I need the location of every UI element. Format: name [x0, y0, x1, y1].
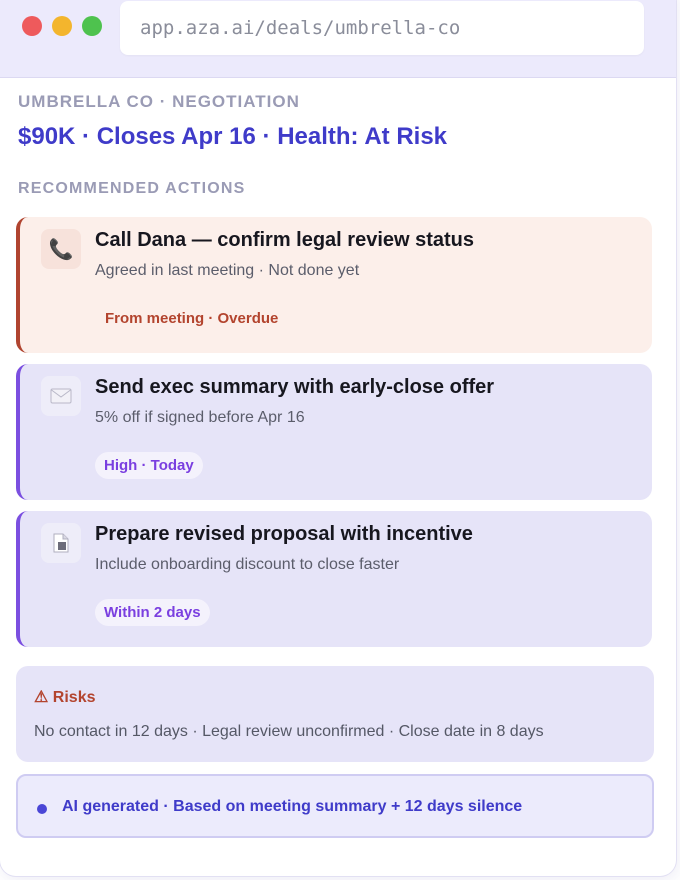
action-subtitle: Include onboarding discount to close fas… — [95, 556, 400, 573]
phone-icon: 📞 — [41, 229, 81, 269]
action-subtitle: Agreed in last meeting · Not done yet — [95, 262, 360, 279]
action-card-exec-summary[interactable]: Send exec summary with early-close offer… — [16, 364, 652, 500]
maximize-window-button[interactable] — [82, 16, 102, 36]
envelope-icon — [41, 376, 81, 416]
action-title: Send exec summary with early-close offer — [95, 376, 495, 398]
minimize-window-button[interactable] — [52, 16, 72, 36]
recommended-actions-label: RECOMMENDED ACTIONS — [18, 180, 246, 197]
ai-status-dot-icon — [37, 804, 47, 814]
risks-title: ⚠ Risks — [34, 689, 96, 706]
ai-note-text: AI generated · Based on meeting summary … — [62, 798, 523, 815]
action-tag: High · Today — [95, 452, 203, 479]
action-tag: Within 2 days — [95, 599, 210, 626]
close-window-button[interactable] — [22, 16, 42, 36]
ai-generated-note: AI generated · Based on meeting summary … — [16, 774, 654, 838]
browser-titlebar: app.aza.ai/deals/umbrella-co — [0, 0, 676, 78]
action-tag: From meeting · Overdue — [105, 310, 279, 327]
document-icon — [41, 523, 81, 563]
action-card-revised-proposal[interactable]: Prepare revised proposal with incentive … — [16, 511, 652, 647]
deal-headline: $90K · Closes Apr 16 · Health: At Risk — [18, 123, 448, 150]
action-title: Prepare revised proposal with incentive — [95, 523, 473, 545]
action-subtitle: 5% off if signed before Apr 16 — [95, 409, 305, 426]
browser-window: app.aza.ai/deals/umbrella-co UMBRELLA CO… — [0, 0, 676, 876]
action-title: Call Dana — confirm legal review status — [95, 229, 475, 251]
risks-panel: ⚠ Risks No contact in 12 days · Legal re… — [16, 666, 654, 762]
url-bar[interactable]: app.aza.ai/deals/umbrella-co — [120, 1, 644, 55]
deal-eyebrow: UMBRELLA CO · NEGOTIATION — [18, 92, 300, 111]
risks-body: No contact in 12 days · Legal review unc… — [34, 723, 544, 740]
action-card-call-dana[interactable]: 📞 Call Dana — confirm legal review statu… — [16, 217, 652, 353]
